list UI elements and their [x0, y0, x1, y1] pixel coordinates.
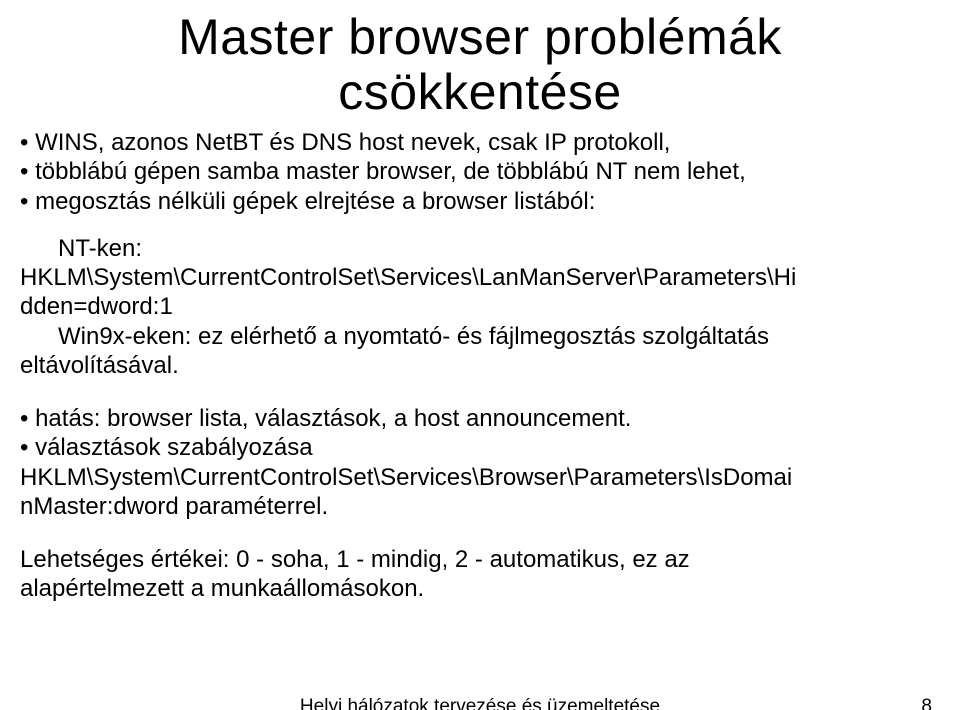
page-number: 8	[921, 696, 932, 710]
spacer	[20, 216, 940, 234]
footer-text: Helyi hálózatok tervezése és üzemeltetés…	[300, 696, 660, 710]
title-line-2: csökkentése	[338, 64, 621, 120]
bullet-wins: WINS, azonos NetBT és DNS host nevek, cs…	[20, 128, 940, 157]
spacer	[20, 521, 940, 545]
registry-line-1: HKLM\System\CurrentControlSet\Services\L…	[20, 263, 940, 292]
title-line-1: Master browser problémák	[178, 9, 782, 65]
values-line-1: Lehetséges értékei: 0 - soha, 1 - mindig…	[20, 545, 940, 574]
win9x-line-2: eltávolításával.	[20, 351, 940, 380]
bullet-election-control: választások szabályozása	[20, 433, 940, 462]
slide-page: Master browser problémák csökkentése WIN…	[0, 0, 960, 710]
bullet-multihomed: többlábú gépen samba master browser, de …	[20, 157, 940, 186]
registry-line-4: nMaster:dword paraméterrel.	[20, 492, 940, 521]
slide-title: Master browser problémák csökkentése	[20, 10, 940, 120]
spacer	[20, 380, 940, 404]
registry-line-2: dden=dword:1	[20, 292, 940, 321]
registry-line-3: HKLM\System\CurrentControlSet\Services\B…	[20, 463, 940, 492]
bullet-hide-hosts: megosztás nélküli gépek elrejtése a brow…	[20, 187, 940, 216]
nt-label: NT-ken:	[20, 234, 940, 263]
values-line-2: alapértelmezett a munkaállomásokon.	[20, 574, 940, 603]
win9x-line-1: Win9x-eken: ez elérhető a nyomtató- és f…	[20, 322, 940, 351]
bullet-effect: hatás: browser lista, választások, a hos…	[20, 404, 940, 433]
